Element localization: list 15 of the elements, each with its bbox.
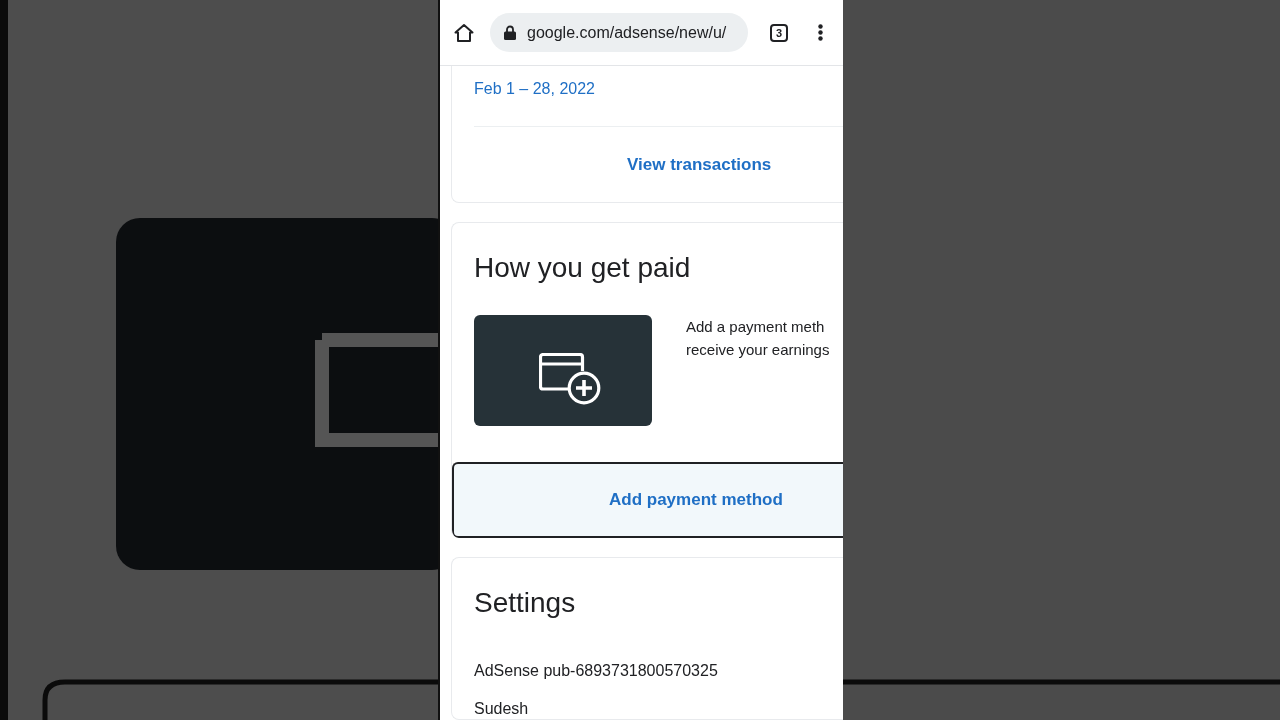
- address-bar[interactable]: google.com/adsense/new/u/: [490, 13, 748, 52]
- settings-item: Sudesh: [474, 699, 530, 719]
- menu-icon[interactable]: [818, 24, 823, 41]
- add-payment-method-button[interactable]: Add payment method: [452, 462, 843, 538]
- card-plus-icon: [539, 352, 601, 405]
- section-title: How you get paid: [474, 251, 692, 285]
- description-text: Add a payment meth receive your earnings: [686, 317, 830, 360]
- date-range-text: Feb 1 – 28, 2022: [474, 80, 595, 97]
- settings-item: AdSense pub-6893731800570325: [474, 661, 719, 681]
- lock-icon: [504, 25, 516, 40]
- view-transactions-link[interactable]: View transactions: [627, 154, 772, 175]
- home-icon[interactable]: [454, 22, 474, 43]
- url-text: google.com/adsense/new/u/: [527, 23, 727, 42]
- section-title: Settings: [474, 586, 577, 620]
- tab-switcher-button[interactable]: 3: [770, 23, 788, 42]
